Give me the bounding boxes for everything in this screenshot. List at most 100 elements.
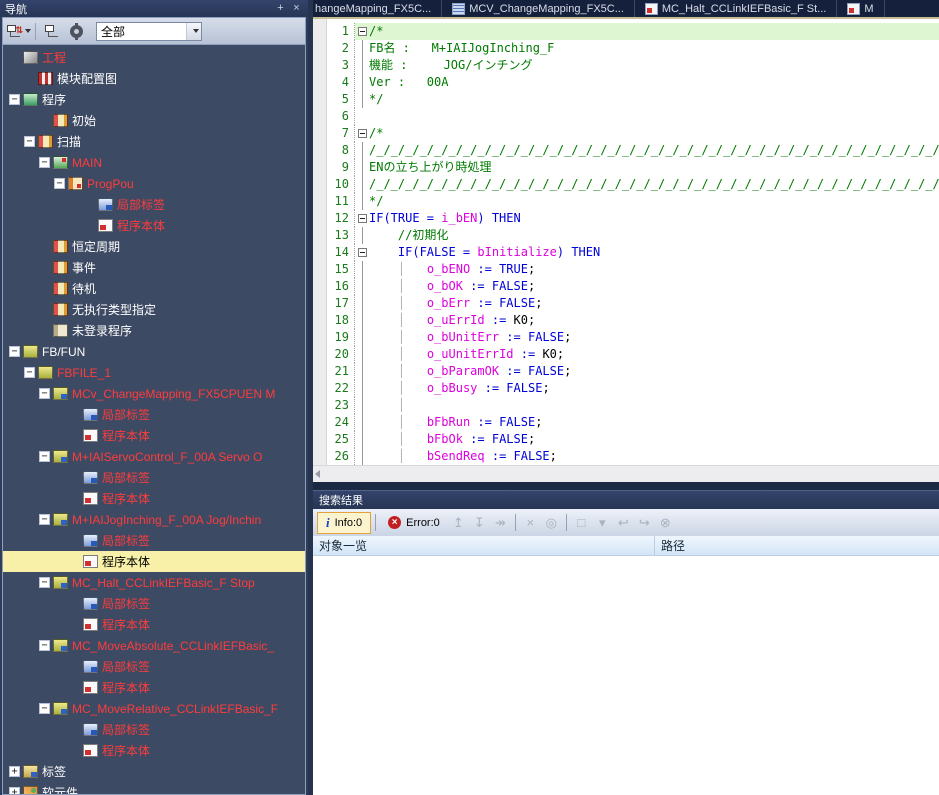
tree-item[interactable]: 事件 <box>3 257 305 278</box>
editor-tab[interactable]: MC_Halt_CCLinkIEFBasic_F St... <box>635 0 837 17</box>
tree-expander-minus-icon[interactable]: − <box>39 451 50 462</box>
code-line[interactable]: 11*/ <box>327 193 939 210</box>
tree-item[interactable]: +标签 <box>3 761 305 782</box>
tree-item[interactable]: −MCv_ChangeMapping_FX5CPUEN M <box>3 383 305 404</box>
code-line[interactable]: 22 │ o_bBusy := FALSE; <box>327 380 939 397</box>
column-header-path[interactable]: 路径 <box>655 536 939 555</box>
tree-item[interactable]: 恒定周期 <box>3 236 305 257</box>
code-line[interactable]: 12IF(TRUE = i_bEN) THEN <box>327 210 939 227</box>
code-editor[interactable]: 1/*2FB名 : M+IAIJogInching_F3機能 : JOG/インチ… <box>313 19 939 465</box>
code-line[interactable]: 6 <box>327 108 939 125</box>
tree-item[interactable]: −MAIN <box>3 152 305 173</box>
code-line[interactable]: 13 //初期化 <box>327 227 939 244</box>
tree-expander-minus-icon[interactable]: − <box>24 367 35 378</box>
tree-item[interactable]: −MC_MoveAbsolute_CCLinkIEFBasic_ <box>3 635 305 656</box>
dropdown-button[interactable] <box>186 23 201 40</box>
collapse-tree-button[interactable] <box>40 21 64 42</box>
abort-search-icon[interactable]: ⊗ <box>655 515 676 531</box>
code-line[interactable]: 10/_/_/_/_/_/_/_/_/_/_/_/_/_/_/_/_/_/_/_… <box>327 176 939 193</box>
tree-item[interactable]: 程序本体 <box>3 488 305 509</box>
jump-next-icon[interactable]: ↠ <box>490 515 511 531</box>
code-line[interactable]: 21 │ o_bParamOK := FALSE; <box>327 363 939 380</box>
tree-item[interactable]: −程序 <box>3 89 305 110</box>
tree-expander-minus-icon[interactable]: − <box>39 703 50 714</box>
tree-item[interactable]: 工程 <box>3 47 305 68</box>
tree-item[interactable]: 未登录程序 <box>3 320 305 341</box>
tree-item[interactable]: 待机 <box>3 278 305 299</box>
tree-expander-minus-icon[interactable]: − <box>39 577 50 588</box>
code-line[interactable]: 5*/ <box>327 91 939 108</box>
code-line[interactable]: 4Ver : 00A <box>327 74 939 91</box>
tree-item[interactable]: 模块配置图 <box>3 68 305 89</box>
tree-item[interactable]: 局部标签 <box>3 719 305 740</box>
horizontal-scrollbar[interactable] <box>313 465 939 482</box>
tree-item[interactable]: 局部标签 <box>3 656 305 677</box>
column-header-object-list[interactable]: 对象一览 <box>313 536 655 555</box>
tree-item[interactable]: −扫描 <box>3 131 305 152</box>
panel-splitter[interactable] <box>313 482 939 490</box>
code-line[interactable]: 1/* <box>327 23 939 40</box>
tree-item[interactable]: 程序本体 <box>3 215 305 236</box>
tree-expander-minus-icon[interactable]: − <box>54 178 65 189</box>
code-line[interactable]: 17 │ o_bErr := FALSE; <box>327 295 939 312</box>
tree-item[interactable]: −M+IAIServoControl_F_00A Servo O <box>3 446 305 467</box>
tree-item[interactable]: −ProgPou <box>3 173 305 194</box>
tree-item[interactable]: +软元件 <box>3 782 305 794</box>
tree-filter-dropdown[interactable]: 全部 <box>96 22 202 41</box>
jump-previous-icon[interactable]: ↧ <box>469 515 490 531</box>
tree-expander-minus-icon[interactable]: − <box>39 640 50 651</box>
code-line[interactable]: 14 IF(FALSE = bInitialize) THEN <box>327 244 939 261</box>
tree-item[interactable]: 局部标签 <box>3 530 305 551</box>
code-line[interactable]: 26 │ bSendReq := FALSE; <box>327 448 939 465</box>
jump-forward-icon[interactable]: ↪ <box>634 515 655 531</box>
tree-item[interactable]: 程序本体 <box>3 551 305 572</box>
tree-item[interactable]: 局部标签 <box>3 593 305 614</box>
code-line[interactable]: 24 │ bFbRun := FALSE; <box>327 414 939 431</box>
tree-item[interactable]: −M+IAIJogInching_F_00A Jog/Inchin <box>3 509 305 530</box>
code-line[interactable]: 15 │ o_bENO := TRUE; <box>327 261 939 278</box>
code-line[interactable]: 23 │ <box>327 397 939 414</box>
jump-first-icon[interactable]: ↥ <box>448 515 469 531</box>
tree-item[interactable]: 无执行类型指定 <box>3 299 305 320</box>
tree-item[interactable]: 局部标签 <box>3 467 305 488</box>
fold-collapse-icon[interactable] <box>358 214 367 223</box>
code-line[interactable]: 9ENの立ち上がり時処理 <box>327 159 939 176</box>
tree-item[interactable]: 局部标签 <box>3 404 305 425</box>
code-line[interactable]: 20 │ o_uUnitErrId := K0; <box>327 346 939 363</box>
scroll-left-icon[interactable] <box>315 470 320 478</box>
tree-item[interactable]: −MC_Halt_CCLinkIEFBasic_F Stop <box>3 572 305 593</box>
tree-item[interactable]: 初始 <box>3 110 305 131</box>
code-line[interactable]: 18 │ o_uErrId := K0; <box>327 312 939 329</box>
tree-item[interactable]: −FBFILE_1 <box>3 362 305 383</box>
window-mode-caret-icon[interactable]: ▾ <box>592 515 613 531</box>
code-line[interactable]: 25 │ bFbOk := FALSE; <box>327 431 939 448</box>
tree-expander-minus-icon[interactable]: − <box>39 157 50 168</box>
expand-tree-button[interactable]: ⇅ <box>7 21 31 42</box>
editor-tab[interactable]: hangeMapping_FX5C... <box>313 0 442 17</box>
tree-expander-minus-icon[interactable]: − <box>39 388 50 399</box>
code-line[interactable]: 16 │ o_bOK := FALSE; <box>327 278 939 295</box>
tree-item[interactable]: 程序本体 <box>3 677 305 698</box>
clear-results-icon[interactable]: × <box>520 515 541 530</box>
code-line[interactable]: 3機能 : JOG/インチング <box>327 57 939 74</box>
tree-expander-plus-icon[interactable]: + <box>9 787 20 794</box>
code-line[interactable]: 2FB名 : M+IAIJogInching_F <box>327 40 939 57</box>
tree-expander-minus-icon[interactable]: − <box>9 346 20 357</box>
fold-collapse-icon[interactable] <box>358 129 367 138</box>
tree-item[interactable]: 程序本体 <box>3 425 305 446</box>
fold-collapse-icon[interactable] <box>358 248 367 257</box>
settings-button[interactable] <box>64 21 88 42</box>
jump-back-icon[interactable]: ↩ <box>613 515 634 531</box>
code-line[interactable]: 19 │ o_bUnitErr := FALSE; <box>327 329 939 346</box>
editor-tab[interactable]: MCV_ChangeMapping_FX5C... <box>442 0 635 17</box>
tree-expander-minus-icon[interactable]: − <box>39 514 50 525</box>
editor-tab[interactable]: M <box>837 0 884 17</box>
close-icon[interactable]: × <box>290 2 303 15</box>
error-filter-button[interactable]: × Error:0 <box>380 512 448 534</box>
tree-item[interactable]: −MC_MoveRelative_CCLinkIEFBasic_F <box>3 698 305 719</box>
tree-item[interactable]: 局部标签 <box>3 194 305 215</box>
tree-expander-minus-icon[interactable]: − <box>9 94 20 105</box>
tree-expander-minus-icon[interactable]: − <box>24 136 35 147</box>
code-line[interactable]: 8/_/_/_/_/_/_/_/_/_/_/_/_/_/_/_/_/_/_/_/… <box>327 142 939 159</box>
info-filter-button[interactable]: i Info:0 <box>317 512 371 534</box>
